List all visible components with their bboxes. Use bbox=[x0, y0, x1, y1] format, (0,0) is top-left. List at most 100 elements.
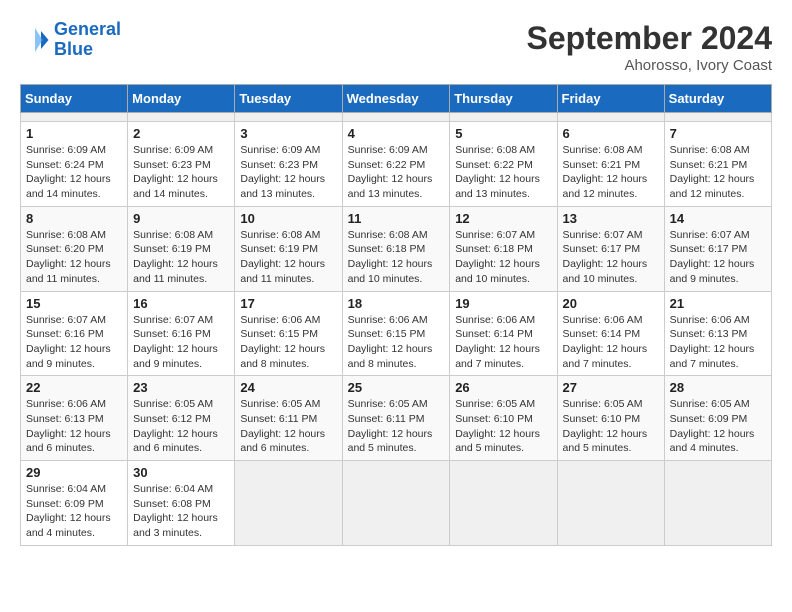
logo-line1: General bbox=[54, 19, 121, 39]
day-info: Sunrise: 6:09 AM Sunset: 6:22 PM Dayligh… bbox=[348, 143, 445, 202]
calendar-cell: 29Sunrise: 6:04 AM Sunset: 6:09 PM Dayli… bbox=[21, 461, 128, 546]
day-info: Sunrise: 6:09 AM Sunset: 6:23 PM Dayligh… bbox=[240, 143, 336, 202]
day-number: 26 bbox=[455, 380, 551, 395]
calendar-cell: 22 Sunrise: 6:06 AM Sunset: 6:13 PM Dayli… bbox=[21, 376, 128, 461]
day-info: Sunrise: 6:05 AM Sunset: 6:11 PM Dayligh… bbox=[348, 397, 445, 456]
calendar-cell: 10Sunrise: 6:08 AM Sunset: 6:19 PM Dayli… bbox=[235, 206, 342, 291]
calendar-cell bbox=[450, 113, 557, 122]
calendar-cell bbox=[342, 461, 450, 546]
day-number: 17 bbox=[240, 296, 336, 311]
day-number: 4 bbox=[348, 126, 445, 141]
calendar-cell: 21Sunrise: 6:06 AM Sunset: 6:13 PM Dayli… bbox=[664, 291, 771, 376]
calendar-cell bbox=[557, 461, 664, 546]
calendar-cell: 24 Sunrise: 6:05 AM Sunset: 6:11 PM Dayli… bbox=[235, 376, 342, 461]
calendar-cell bbox=[342, 113, 450, 122]
day-info: Sunrise: 6:06 AM Sunset: 6:13 PM Dayligh… bbox=[670, 313, 766, 372]
day-number: 16 bbox=[133, 296, 229, 311]
location-subtitle: Ahorosso, Ivory Coast bbox=[527, 57, 772, 74]
calendar-cell: 19 Sunrise: 6:06 AM Sunset: 6:14 PM Dayli… bbox=[450, 291, 557, 376]
week-row-4: 22 Sunrise: 6:06 AM Sunset: 6:13 PM Dayli… bbox=[21, 376, 772, 461]
day-info: Sunrise: 6:06 AM Sunset: 6:14 PM Dayligh… bbox=[563, 313, 659, 372]
weekday-header-friday: Friday bbox=[557, 85, 664, 113]
day-info: Sunrise: 6:08 AM Sunset: 6:19 PM Dayligh… bbox=[133, 228, 229, 287]
day-number: 27 bbox=[563, 380, 659, 395]
calendar-cell: 25 Sunrise: 6:05 AM Sunset: 6:11 PM Dayli… bbox=[342, 376, 450, 461]
weekday-header-sunday: Sunday bbox=[21, 85, 128, 113]
calendar-cell bbox=[235, 113, 342, 122]
calendar-cell bbox=[664, 113, 771, 122]
day-info: Sunrise: 6:06 AM Sunset: 6:15 PM Dayligh… bbox=[240, 313, 336, 372]
calendar-cell: 8Sunrise: 6:08 AM Sunset: 6:20 PM Daylig… bbox=[21, 206, 128, 291]
calendar-header-row: SundayMondayTuesdayWednesdayThursdayFrid… bbox=[21, 85, 772, 113]
day-info: Sunrise: 6:08 AM Sunset: 6:22 PM Dayligh… bbox=[455, 143, 551, 202]
day-number: 15 bbox=[26, 296, 122, 311]
logo: General Blue bbox=[20, 20, 121, 60]
week-row-2: 8Sunrise: 6:08 AM Sunset: 6:20 PM Daylig… bbox=[21, 206, 772, 291]
day-number: 2 bbox=[133, 126, 229, 141]
logo-icon bbox=[20, 25, 50, 55]
calendar-cell: 11 Sunrise: 6:08 AM Sunset: 6:18 PM Dayli… bbox=[342, 206, 450, 291]
calendar-cell: 14Sunrise: 6:07 AM Sunset: 6:17 PM Dayli… bbox=[664, 206, 771, 291]
calendar-cell: 5Sunrise: 6:08 AM Sunset: 6:22 PM Daylig… bbox=[450, 122, 557, 207]
day-info: Sunrise: 6:09 AM Sunset: 6:24 PM Dayligh… bbox=[26, 143, 122, 202]
weekday-header-wednesday: Wednesday bbox=[342, 85, 450, 113]
week-row-0 bbox=[21, 113, 772, 122]
day-number: 22 bbox=[26, 380, 122, 395]
day-number: 25 bbox=[348, 380, 445, 395]
day-info: Sunrise: 6:08 AM Sunset: 6:21 PM Dayligh… bbox=[563, 143, 659, 202]
weekday-header-tuesday: Tuesday bbox=[235, 85, 342, 113]
day-info: Sunrise: 6:06 AM Sunset: 6:15 PM Dayligh… bbox=[348, 313, 445, 372]
day-number: 7 bbox=[670, 126, 766, 141]
month-title: September 2024 bbox=[527, 20, 772, 57]
day-number: 19 bbox=[455, 296, 551, 311]
day-number: 10 bbox=[240, 211, 336, 226]
day-number: 11 bbox=[348, 211, 445, 226]
day-info: Sunrise: 6:06 AM Sunset: 6:13 PM Dayligh… bbox=[26, 397, 122, 456]
day-info: Sunrise: 6:06 AM Sunset: 6:14 PM Dayligh… bbox=[455, 313, 551, 372]
day-info: Sunrise: 6:05 AM Sunset: 6:09 PM Dayligh… bbox=[670, 397, 766, 456]
day-info: Sunrise: 6:08 AM Sunset: 6:21 PM Dayligh… bbox=[670, 143, 766, 202]
calendar-cell bbox=[21, 113, 128, 122]
day-info: Sunrise: 6:05 AM Sunset: 6:11 PM Dayligh… bbox=[240, 397, 336, 456]
day-info: Sunrise: 6:04 AM Sunset: 6:08 PM Dayligh… bbox=[133, 482, 229, 541]
calendar-cell bbox=[557, 113, 664, 122]
day-number: 9 bbox=[133, 211, 229, 226]
day-info: Sunrise: 6:05 AM Sunset: 6:10 PM Dayligh… bbox=[455, 397, 551, 456]
calendar-cell: 18Sunrise: 6:06 AM Sunset: 6:15 PM Dayli… bbox=[342, 291, 450, 376]
day-info: Sunrise: 6:07 AM Sunset: 6:17 PM Dayligh… bbox=[670, 228, 766, 287]
day-number: 30 bbox=[133, 465, 229, 480]
weekday-header-monday: Monday bbox=[128, 85, 235, 113]
logo-line2: Blue bbox=[54, 40, 121, 60]
calendar-cell: 28Sunrise: 6:05 AM Sunset: 6:09 PM Dayli… bbox=[664, 376, 771, 461]
calendar-cell: 3 Sunrise: 6:09 AM Sunset: 6:23 PM Daylig… bbox=[235, 122, 342, 207]
calendar-cell: 12Sunrise: 6:07 AM Sunset: 6:18 PM Dayli… bbox=[450, 206, 557, 291]
day-info: Sunrise: 6:07 AM Sunset: 6:16 PM Dayligh… bbox=[26, 313, 122, 372]
calendar-cell: 30 Sunrise: 6:04 AM Sunset: 6:08 PM Dayli… bbox=[128, 461, 235, 546]
calendar-cell: 27 Sunrise: 6:05 AM Sunset: 6:10 PM Dayli… bbox=[557, 376, 664, 461]
calendar-cell: 6Sunrise: 6:08 AM Sunset: 6:21 PM Daylig… bbox=[557, 122, 664, 207]
calendar-cell bbox=[128, 113, 235, 122]
calendar-cell: 16 Sunrise: 6:07 AM Sunset: 6:16 PM Dayli… bbox=[128, 291, 235, 376]
week-row-3: 15 Sunrise: 6:07 AM Sunset: 6:16 PM Dayli… bbox=[21, 291, 772, 376]
day-number: 3 bbox=[240, 126, 336, 141]
day-info: Sunrise: 6:07 AM Sunset: 6:18 PM Dayligh… bbox=[455, 228, 551, 287]
day-info: Sunrise: 6:07 AM Sunset: 6:16 PM Dayligh… bbox=[133, 313, 229, 372]
day-info: Sunrise: 6:05 AM Sunset: 6:10 PM Dayligh… bbox=[563, 397, 659, 456]
day-info: Sunrise: 6:07 AM Sunset: 6:17 PM Dayligh… bbox=[563, 228, 659, 287]
calendar-cell: 7 Sunrise: 6:08 AM Sunset: 6:21 PM Daylig… bbox=[664, 122, 771, 207]
day-number: 1 bbox=[26, 126, 122, 141]
weekday-header-thursday: Thursday bbox=[450, 85, 557, 113]
title-block: September 2024 Ahorosso, Ivory Coast bbox=[527, 20, 772, 74]
page-header: General Blue September 2024 Ahorosso, Iv… bbox=[20, 20, 772, 74]
calendar-cell: 15 Sunrise: 6:07 AM Sunset: 6:16 PM Dayli… bbox=[21, 291, 128, 376]
day-number: 23 bbox=[133, 380, 229, 395]
day-number: 24 bbox=[240, 380, 336, 395]
calendar-cell bbox=[235, 461, 342, 546]
day-info: Sunrise: 6:09 AM Sunset: 6:23 PM Dayligh… bbox=[133, 143, 229, 202]
day-info: Sunrise: 6:08 AM Sunset: 6:20 PM Dayligh… bbox=[26, 228, 122, 287]
day-info: Sunrise: 6:04 AM Sunset: 6:09 PM Dayligh… bbox=[26, 482, 122, 541]
calendar-cell: 2 Sunrise: 6:09 AM Sunset: 6:23 PM Daylig… bbox=[128, 122, 235, 207]
calendar-cell: 4 Sunrise: 6:09 AM Sunset: 6:22 PM Daylig… bbox=[342, 122, 450, 207]
calendar-cell: 9 Sunrise: 6:08 AM Sunset: 6:19 PM Daylig… bbox=[128, 206, 235, 291]
day-info: Sunrise: 6:08 AM Sunset: 6:18 PM Dayligh… bbox=[348, 228, 445, 287]
